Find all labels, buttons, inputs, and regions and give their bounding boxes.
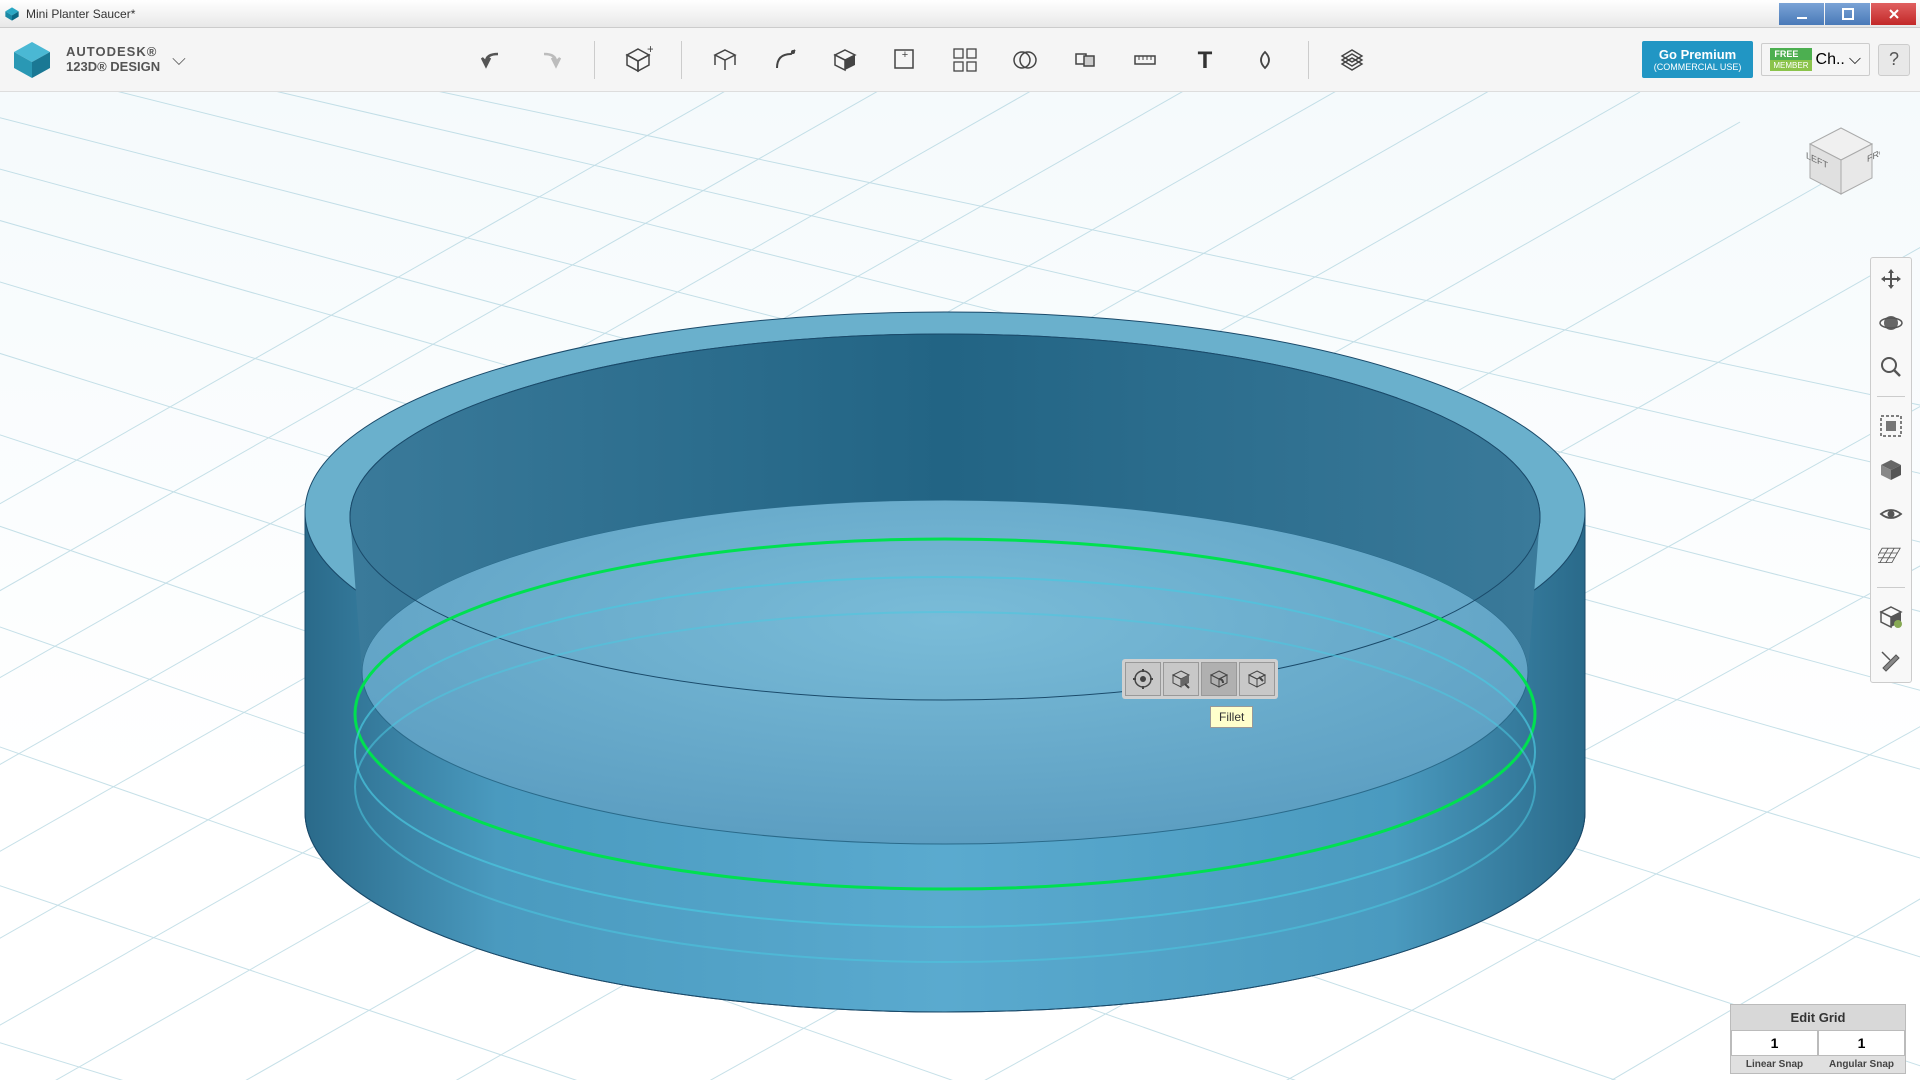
- svg-text:+: +: [647, 45, 653, 56]
- edit-grid-panel: Edit Grid Linear Snap Angular Snap: [1730, 1004, 1906, 1074]
- shaded-icon[interactable]: [1876, 455, 1906, 485]
- ctx-fillet-button[interactable]: [1201, 662, 1237, 696]
- convert-button[interactable]: [1244, 39, 1286, 81]
- nav-panel: [1870, 257, 1912, 683]
- account-dropdown[interactable]: FREE MEMBER Ch.. ⌵: [1761, 43, 1870, 76]
- right-buttons: Go Premium (COMMERCIAL USE) FREE MEMBER …: [1642, 41, 1910, 78]
- linear-snap-label: Linear Snap: [1731, 1056, 1818, 1073]
- sketch-toggle-icon[interactable]: [1876, 646, 1906, 676]
- edit-grid-title[interactable]: Edit Grid: [1731, 1005, 1905, 1030]
- measure-button[interactable]: [1124, 39, 1166, 81]
- app-menu-dropdown[interactable]: ⌵: [172, 49, 186, 70]
- logo-area: AUTODESK® 123D® DESIGN ⌵: [10, 38, 290, 82]
- angular-snap-input[interactable]: [1818, 1030, 1905, 1056]
- window-titlebar: Mini Planter Saucer*: [0, 0, 1920, 28]
- orbit-icon[interactable]: [1876, 308, 1906, 338]
- window-close-button[interactable]: [1871, 3, 1916, 25]
- svg-text:+: +: [902, 49, 908, 61]
- ctx-settings-button[interactable]: [1125, 662, 1161, 696]
- text-button[interactable]: T: [1184, 39, 1226, 81]
- help-button[interactable]: ?: [1878, 44, 1910, 76]
- window-minimize-button[interactable]: [1779, 3, 1824, 25]
- viewcube[interactable]: LEFT FRONT: [1802, 122, 1880, 200]
- sketch-button[interactable]: [704, 39, 746, 81]
- primitive-button[interactable]: +: [617, 39, 659, 81]
- tools-center: + + T: [470, 39, 1373, 81]
- visibility-icon[interactable]: [1876, 499, 1906, 529]
- grouping-button[interactable]: [944, 39, 986, 81]
- redo-button[interactable]: [530, 39, 572, 81]
- zoom-icon[interactable]: [1876, 352, 1906, 382]
- pattern-button[interactable]: +: [884, 39, 926, 81]
- context-toolbar: [1122, 659, 1278, 699]
- window-maximize-button[interactable]: [1825, 3, 1870, 25]
- pan-icon[interactable]: [1876, 264, 1906, 294]
- undo-button[interactable]: [470, 39, 512, 81]
- snap-toggle-icon[interactable]: [1876, 602, 1906, 632]
- go-premium-button[interactable]: Go Premium (COMMERCIAL USE): [1642, 41, 1754, 78]
- construct-button[interactable]: [764, 39, 806, 81]
- viewport[interactable]: LEFT FRONT Fillet Edit Grid Linear Snap …: [0, 92, 1920, 1080]
- combine-button[interactable]: [1004, 39, 1046, 81]
- linear-snap-input[interactable]: [1731, 1030, 1818, 1056]
- grid-toggle-icon[interactable]: [1876, 543, 1906, 573]
- snap-button[interactable]: [1064, 39, 1106, 81]
- app-icon: [4, 6, 20, 22]
- modify-button[interactable]: [824, 39, 866, 81]
- material-button[interactable]: [1331, 39, 1373, 81]
- angular-snap-label: Angular Snap: [1818, 1056, 1905, 1073]
- window-title: Mini Planter Saucer*: [26, 7, 1778, 21]
- ground-grid: [0, 92, 1920, 1080]
- logo-icon: [10, 38, 54, 82]
- ctx-tweak-button[interactable]: [1163, 662, 1199, 696]
- svg-text:T: T: [1198, 47, 1213, 74]
- ctx-chamfer-button[interactable]: [1239, 662, 1275, 696]
- fit-icon[interactable]: [1876, 411, 1906, 441]
- tooltip: Fillet: [1210, 706, 1253, 728]
- logo-text: AUTODESK® 123D® DESIGN: [66, 45, 160, 74]
- main-toolbar: AUTODESK® 123D® DESIGN ⌵ + + T Go Premiu…: [0, 28, 1920, 92]
